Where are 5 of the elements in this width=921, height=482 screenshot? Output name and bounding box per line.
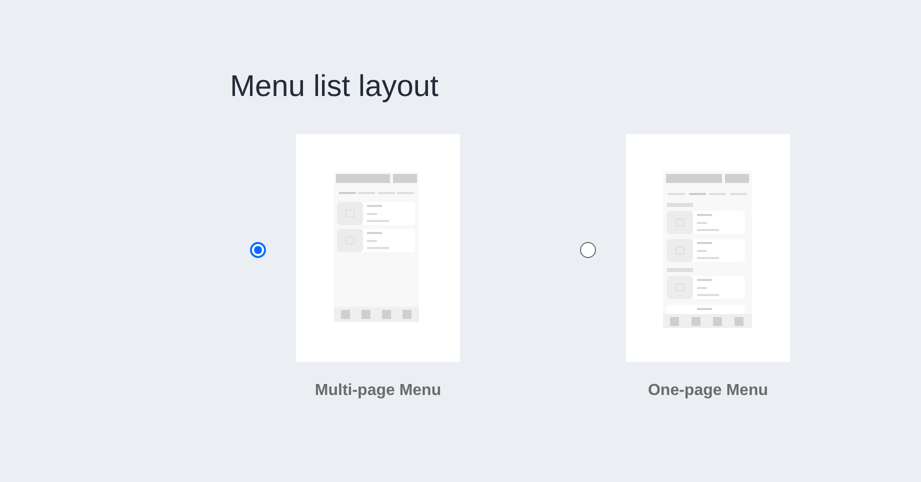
radio-button[interactable] bbox=[580, 242, 596, 258]
section-title: Menu list layout bbox=[230, 69, 440, 105]
radio-button[interactable] bbox=[250, 242, 266, 258]
option-label: One-page Menu bbox=[648, 381, 768, 401]
option-label: Multi-page Menu bbox=[314, 381, 442, 401]
